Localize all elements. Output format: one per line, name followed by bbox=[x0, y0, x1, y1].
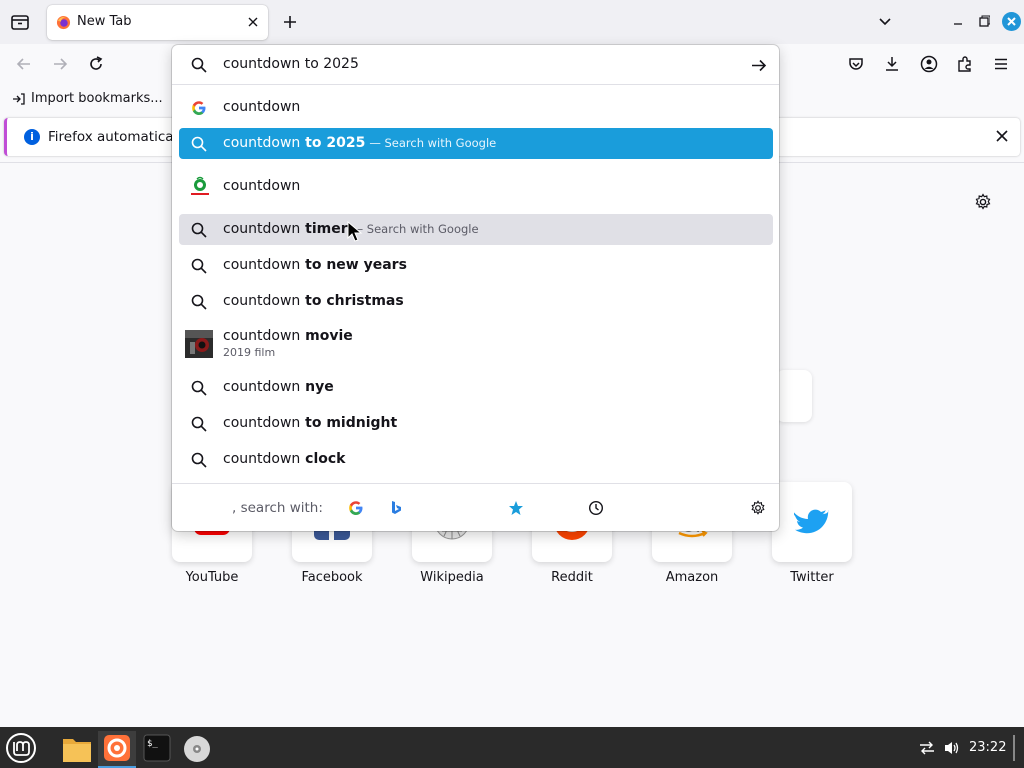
disc-icon[interactable] bbox=[178, 731, 216, 768]
firefox-icon bbox=[56, 15, 71, 30]
search-settings-gear-icon[interactable] bbox=[750, 500, 766, 516]
import-bookmarks-button[interactable]: Import bookmarks... bbox=[12, 91, 163, 106]
suggestion-row-hover[interactable]: countdown timer — Search with Google bbox=[179, 214, 773, 245]
suggestion-action: — Search with Google bbox=[369, 136, 497, 150]
minimize-window-button[interactable] bbox=[952, 15, 964, 29]
svg-text:$_: $_ bbox=[147, 739, 158, 749]
suggestion-row[interactable]: countdown movie 2019 film bbox=[179, 325, 773, 363]
chevron-down-icon[interactable] bbox=[877, 13, 893, 29]
one-off-label: , search with: bbox=[232, 500, 323, 516]
back-arrow-icon[interactable] bbox=[15, 55, 33, 73]
suggestion-text: countdown movie bbox=[223, 328, 353, 344]
extensions-icon[interactable] bbox=[956, 55, 974, 73]
suggestion-text: countdown bbox=[223, 99, 301, 115]
firefox-view-icon[interactable] bbox=[9, 11, 31, 33]
google-engine-button[interactable] bbox=[348, 500, 364, 516]
suggestion-row[interactable]: countdown bbox=[179, 171, 773, 202]
mouse-cursor-icon bbox=[347, 221, 363, 243]
suggestion-row[interactable]: countdown nye bbox=[179, 372, 773, 403]
bookmarks-star-icon[interactable] bbox=[508, 500, 524, 516]
suggestion-text: countdown to 2025— Search with Google bbox=[223, 135, 497, 151]
urlbar-input[interactable]: countdown to 2025 bbox=[223, 56, 359, 72]
movie-thumbnail bbox=[185, 330, 213, 358]
one-off-search-bar: , search with: bbox=[172, 483, 779, 531]
suggestion-row[interactable]: countdown to midnight bbox=[179, 408, 773, 439]
search-icon bbox=[191, 136, 207, 152]
gear-icon[interactable] bbox=[974, 193, 992, 211]
top-site-tile bbox=[772, 482, 852, 562]
urlbar[interactable]: countdown to 2025 bbox=[172, 45, 779, 85]
suggestion-text: countdown bbox=[223, 178, 301, 194]
import-bookmarks-label: Import bookmarks... bbox=[31, 91, 163, 106]
suggestion-row[interactable]: countdown clock bbox=[179, 444, 773, 475]
pocket-icon[interactable] bbox=[847, 55, 865, 73]
top-site-label: Wikipedia bbox=[420, 570, 484, 585]
search-icon bbox=[191, 452, 207, 468]
suggestion-text: countdown to midnight bbox=[223, 415, 398, 431]
network-icon[interactable] bbox=[918, 740, 936, 756]
top-site-label: Reddit bbox=[551, 570, 593, 585]
clock[interactable]: 23:22 bbox=[969, 740, 1006, 755]
maximize-window-button[interactable] bbox=[978, 15, 990, 29]
suggestion-action: — Search with Google bbox=[351, 222, 479, 236]
system-taskbar: $_ 23:22 bbox=[0, 727, 1024, 768]
reload-icon[interactable] bbox=[87, 55, 105, 73]
search-icon bbox=[191, 294, 207, 310]
top-site-label: Amazon bbox=[665, 570, 719, 585]
suggestion-text: countdown to new years bbox=[223, 257, 407, 273]
suggestion-text: countdown nye bbox=[223, 379, 334, 395]
search-icon bbox=[191, 380, 207, 396]
search-icon bbox=[191, 222, 207, 238]
notification-text: Firefox automatically bbox=[48, 129, 190, 145]
top-site-label: Facebook bbox=[301, 570, 363, 585]
info-icon: i bbox=[24, 129, 40, 145]
suggestion-text: countdown clock bbox=[223, 451, 346, 467]
suggestion-row[interactable]: countdown to christmas bbox=[179, 286, 773, 317]
close-tab-icon[interactable] bbox=[246, 15, 260, 29]
download-icon[interactable] bbox=[883, 55, 901, 73]
mint-menu-icon[interactable] bbox=[2, 729, 40, 766]
search-icon bbox=[191, 57, 207, 73]
suggestion-subtitle: 2019 film bbox=[223, 346, 276, 359]
suggestion-row[interactable]: countdown to new years bbox=[179, 250, 773, 281]
search-card-edge bbox=[776, 370, 812, 422]
urlbar-popup: countdown to 2025 countdown countdown to… bbox=[172, 45, 779, 531]
google-icon bbox=[191, 100, 207, 116]
go-arrow-icon[interactable] bbox=[750, 57, 767, 74]
show-desktop-button[interactable] bbox=[1013, 735, 1019, 761]
terminal-icon[interactable]: $_ bbox=[138, 731, 176, 768]
top-site-label: Twitter bbox=[790, 570, 834, 585]
search-icon bbox=[191, 258, 207, 274]
firefox-taskbar-icon[interactable] bbox=[98, 731, 136, 768]
top-site-label: YouTube bbox=[185, 570, 239, 585]
twitter-icon bbox=[794, 504, 830, 540]
suggestion-text: countdown to christmas bbox=[223, 293, 404, 309]
account-icon[interactable] bbox=[920, 55, 938, 73]
files-icon[interactable] bbox=[58, 731, 96, 768]
forward-arrow-icon[interactable] bbox=[51, 55, 69, 73]
new-tab-button[interactable] bbox=[280, 12, 300, 32]
tab-new-tab[interactable]: New Tab bbox=[47, 5, 268, 40]
close-window-button[interactable] bbox=[1002, 12, 1021, 31]
menu-icon[interactable] bbox=[992, 55, 1010, 73]
suggestion-row-selected[interactable]: countdown to 2025— Search with Google bbox=[179, 128, 773, 159]
search-icon bbox=[191, 416, 207, 432]
import-icon bbox=[13, 92, 25, 105]
history-icon[interactable] bbox=[588, 500, 604, 516]
countdown-site-icon bbox=[189, 176, 211, 198]
volume-icon[interactable] bbox=[943, 740, 961, 756]
close-icon[interactable] bbox=[994, 128, 1010, 144]
tab-title: New Tab bbox=[77, 14, 132, 29]
bing-engine-button[interactable] bbox=[388, 500, 404, 516]
suggestion-row[interactable]: countdown bbox=[179, 92, 773, 123]
tab-strip: New Tab bbox=[0, 0, 1024, 44]
top-site-twitter[interactable]: Twitter bbox=[772, 482, 852, 585]
